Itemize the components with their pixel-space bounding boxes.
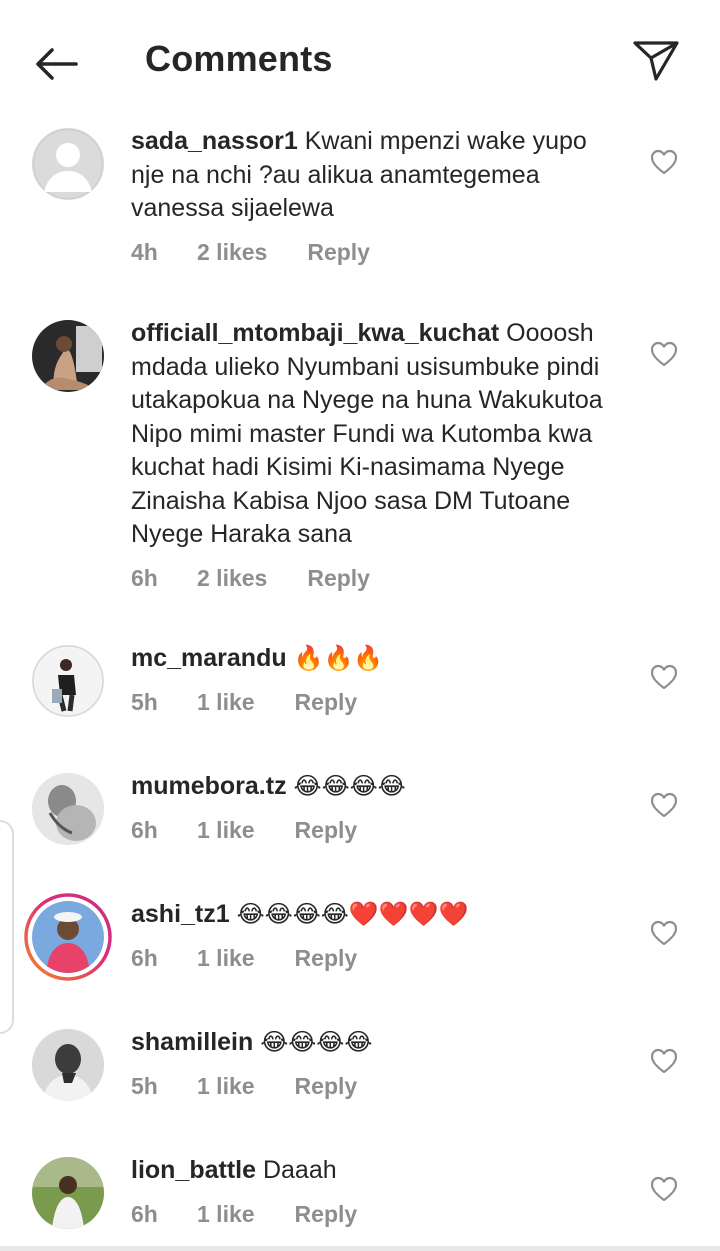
comment-text: mc_marandu 🔥🔥🔥 <box>131 642 626 676</box>
comment-time: 6h <box>131 816 158 843</box>
reply-button[interactable]: Reply <box>295 686 358 718</box>
comment-time: 6h <box>131 564 158 591</box>
profile-photo <box>32 645 104 717</box>
comment-likes[interactable]: 1 like <box>197 942 255 974</box>
comment-text: shamillein 😂😂😂😂 <box>131 1026 626 1060</box>
story-ring-avatar <box>24 893 112 981</box>
like-button[interactable] <box>648 1045 680 1077</box>
profile-photo <box>32 1029 104 1101</box>
paper-plane-icon <box>633 41 679 81</box>
heart-outline-icon <box>650 341 678 367</box>
comment-likes[interactable]: 1 like <box>197 1070 255 1102</box>
comment-meta: 6h 1 like Reply <box>131 1198 626 1230</box>
comment-likes[interactable]: 1 like <box>197 686 255 718</box>
bottom-divider <box>0 1246 720 1251</box>
avatar[interactable] <box>32 1157 104 1229</box>
comment-meta: 4h 2 likes Reply <box>131 236 626 268</box>
comment-text: ashi_tz1 😂😂😂😂❤️❤️❤️❤️ <box>131 898 626 932</box>
comment-text: lion_battle Daaah <box>131 1154 626 1188</box>
comment-message: 🔥🔥🔥 <box>293 645 384 672</box>
heart-outline-icon <box>650 1176 678 1202</box>
comment-likes[interactable]: 2 likes <box>197 562 267 594</box>
arrow-left-icon <box>36 48 78 80</box>
like-button[interactable] <box>648 146 680 178</box>
back-button[interactable] <box>28 36 84 92</box>
avatar[interactable] <box>32 320 104 392</box>
share-button[interactable] <box>626 32 686 88</box>
comment-meta: 6h 1 like Reply <box>131 814 626 846</box>
comment-text: sada_nassor1 Kwani mpenzi wake yupo nje … <box>131 125 626 226</box>
comment-time: 6h <box>131 944 158 971</box>
comment-username[interactable]: shamillein <box>131 1028 253 1056</box>
comment-meta: 5h 1 like Reply <box>131 686 626 718</box>
avatar[interactable] <box>32 1029 104 1101</box>
comment-text: mumebora.tz 😂😂😂😂 <box>131 770 626 804</box>
heart-outline-icon <box>650 792 678 818</box>
profile-photo <box>32 320 104 392</box>
comment-message: Oooosh mdada ulieko Nyumbani usisumbuke … <box>131 319 603 548</box>
default-avatar-icon <box>32 128 104 200</box>
like-button[interactable] <box>648 917 680 949</box>
comment-username[interactable]: officiall_mtombaji_kwa_kuchat <box>131 319 499 347</box>
reply-button[interactable]: Reply <box>295 942 358 974</box>
comment-username[interactable]: mumebora.tz <box>131 772 287 800</box>
like-button[interactable] <box>648 338 680 370</box>
reply-button[interactable]: Reply <box>307 236 370 268</box>
comment-username[interactable]: ashi_tz1 <box>131 900 230 928</box>
comment-meta: 5h 1 like Reply <box>131 1070 626 1102</box>
comment-username[interactable]: mc_marandu <box>131 644 287 672</box>
comment-username[interactable]: lion_battle <box>131 1156 256 1184</box>
reply-button[interactable]: Reply <box>295 1198 358 1230</box>
heart-outline-icon <box>650 1048 678 1074</box>
comment-likes[interactable]: 1 like <box>197 1198 255 1230</box>
comment-message: 😂😂😂😂 <box>293 773 406 800</box>
avatar[interactable] <box>24 893 112 981</box>
comment-time: 4h <box>131 238 158 265</box>
reply-button[interactable]: Reply <box>295 1070 358 1102</box>
app-header: Comments <box>0 0 720 120</box>
page-title: Comments <box>145 38 333 79</box>
comment-message: 😂😂😂😂 <box>260 1029 373 1056</box>
like-button[interactable] <box>648 789 680 821</box>
comment-username[interactable]: sada_nassor1 <box>131 127 298 155</box>
comment-meta: 6h 1 like Reply <box>131 942 626 974</box>
comment-time: 5h <box>131 1072 158 1099</box>
heart-outline-icon <box>650 149 678 175</box>
reply-button[interactable]: Reply <box>307 562 370 594</box>
comment-likes[interactable]: 1 like <box>197 814 255 846</box>
avatar[interactable] <box>32 773 104 845</box>
like-button[interactable] <box>648 661 680 693</box>
heart-outline-icon <box>650 920 678 946</box>
edge-panel-handle[interactable] <box>0 820 14 1034</box>
avatar[interactable] <box>32 645 104 717</box>
comment-meta: 6h 2 likes Reply <box>131 562 626 594</box>
heart-outline-icon <box>650 664 678 690</box>
avatar[interactable] <box>32 128 104 200</box>
comment-time: 6h <box>131 1200 158 1227</box>
profile-photo <box>32 1157 104 1229</box>
comment-time: 5h <box>131 688 158 715</box>
like-button[interactable] <box>648 1173 680 1205</box>
profile-photo <box>32 773 104 845</box>
comment-likes[interactable]: 2 likes <box>197 236 267 268</box>
comment-text: officiall_mtombaji_kwa_kuchat Oooosh mda… <box>131 317 626 552</box>
comment-message: Daaah <box>262 1156 337 1184</box>
reply-button[interactable]: Reply <box>295 814 358 846</box>
comment-message: 😂😂😂😂❤️❤️❤️❤️ <box>236 901 469 928</box>
